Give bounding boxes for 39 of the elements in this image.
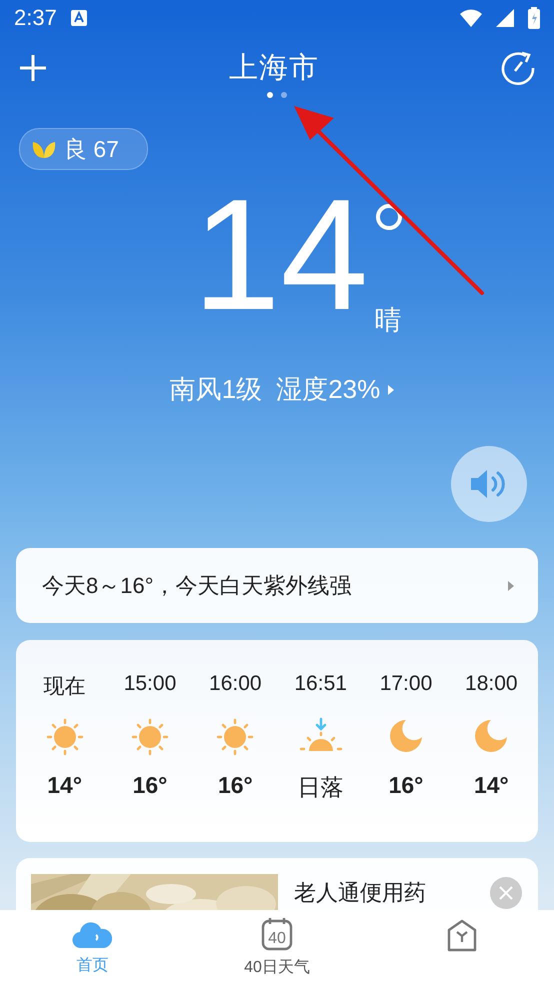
hour-time: 16:00 (209, 672, 262, 697)
wind-text: 南风1级 (170, 373, 262, 406)
weather-condition: 晴 (374, 304, 402, 337)
signal-icon (496, 9, 514, 27)
close-icon (498, 885, 514, 901)
hour-temperature: 14° (474, 772, 509, 799)
sun-icon (215, 717, 256, 757)
calendar-icon: 40 (261, 916, 293, 950)
add-icon[interactable] (18, 53, 48, 83)
arrow-icon (388, 384, 394, 394)
keyboard-notification-icon (70, 10, 87, 26)
hour-time: 17:00 (380, 672, 432, 697)
battery-icon (528, 7, 540, 29)
hour-event: 日落 (298, 773, 344, 802)
forecast-summary-card[interactable]: 今天8～16°，今天白天紫外线强 (16, 548, 538, 623)
humidity-text: 湿度23% (276, 373, 380, 406)
current-temperature: 14 (192, 170, 368, 340)
hour-time: 18:00 (465, 672, 518, 697)
status-time: 2:37 (14, 5, 57, 31)
ad-title: 老人通便用药 (294, 880, 427, 906)
hour-time: 15:00 (124, 672, 176, 697)
city-title: 上海市 (229, 51, 319, 86)
house-icon (446, 918, 478, 952)
hour-time: 16:51 (294, 672, 347, 697)
chevron-icon (508, 580, 514, 590)
forecast-summary: 今天8～16°，今天白天紫外线强 (42, 572, 353, 600)
degree-icon (376, 204, 402, 230)
ad-card[interactable]: 老人通便用药 (16, 858, 538, 910)
sun-icon (44, 717, 85, 757)
hour-temperature: 16° (388, 772, 424, 799)
sun-icon (130, 717, 170, 757)
wifi-icon (460, 9, 482, 27)
refresh-icon[interactable] (500, 50, 536, 86)
hour-temperature: 16° (218, 772, 253, 799)
hour-temperature: 16° (132, 772, 168, 799)
hour-temperature: 14° (47, 772, 82, 799)
leaf-icon (32, 139, 56, 159)
hour-time: 现在 (44, 674, 86, 700)
nav-tab[interactable]: 40 40日天气 (234, 910, 320, 984)
